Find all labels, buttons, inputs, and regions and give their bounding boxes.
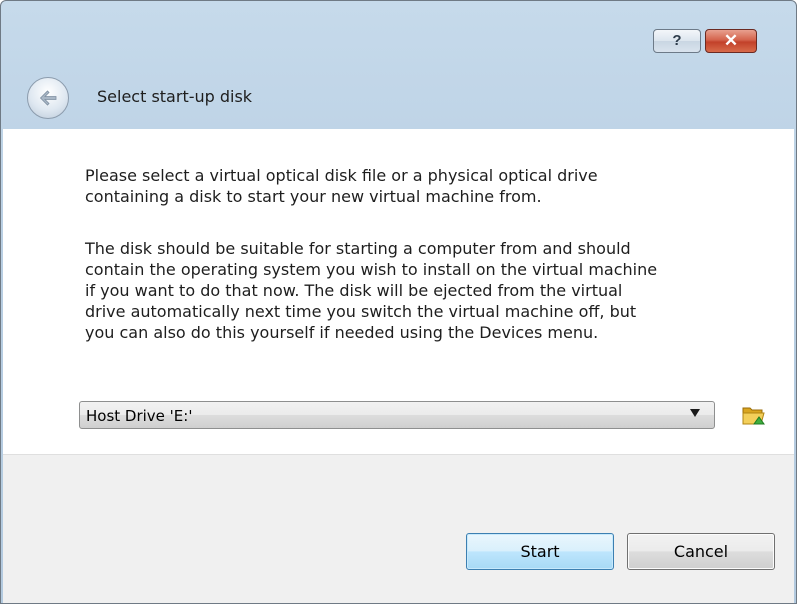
disk-select-value: Host Drive 'E:'	[86, 407, 193, 425]
choose-disk-file-button[interactable]	[740, 402, 768, 428]
content-panel: Please select a virtual optical disk fil…	[3, 129, 794, 454]
close-icon: ✕	[723, 31, 739, 50]
description-text: The disk should be suitable for starting…	[85, 239, 658, 342]
chevron-down-icon	[690, 409, 700, 417]
instruction-text: Please select a virtual optical disk fil…	[85, 166, 598, 206]
cancel-button[interactable]: Cancel	[627, 533, 775, 570]
back-button[interactable]	[27, 77, 69, 119]
help-button[interactable]: ?	[653, 29, 701, 53]
button-bar	[3, 454, 794, 603]
page-title: Select start-up disk	[97, 87, 253, 106]
close-button[interactable]: ✕	[705, 29, 757, 53]
help-icon: ?	[672, 32, 682, 49]
start-button[interactable]: Start	[466, 533, 614, 570]
dialog-window: ? ✕ Select start-up disk Please select a…	[0, 0, 797, 604]
disk-select-dropdown[interactable]: Host Drive 'E:'	[79, 401, 715, 429]
back-arrow-icon	[39, 90, 57, 106]
title-bar: ? ✕	[1, 1, 796, 65]
folder-open-icon	[742, 407, 765, 425]
